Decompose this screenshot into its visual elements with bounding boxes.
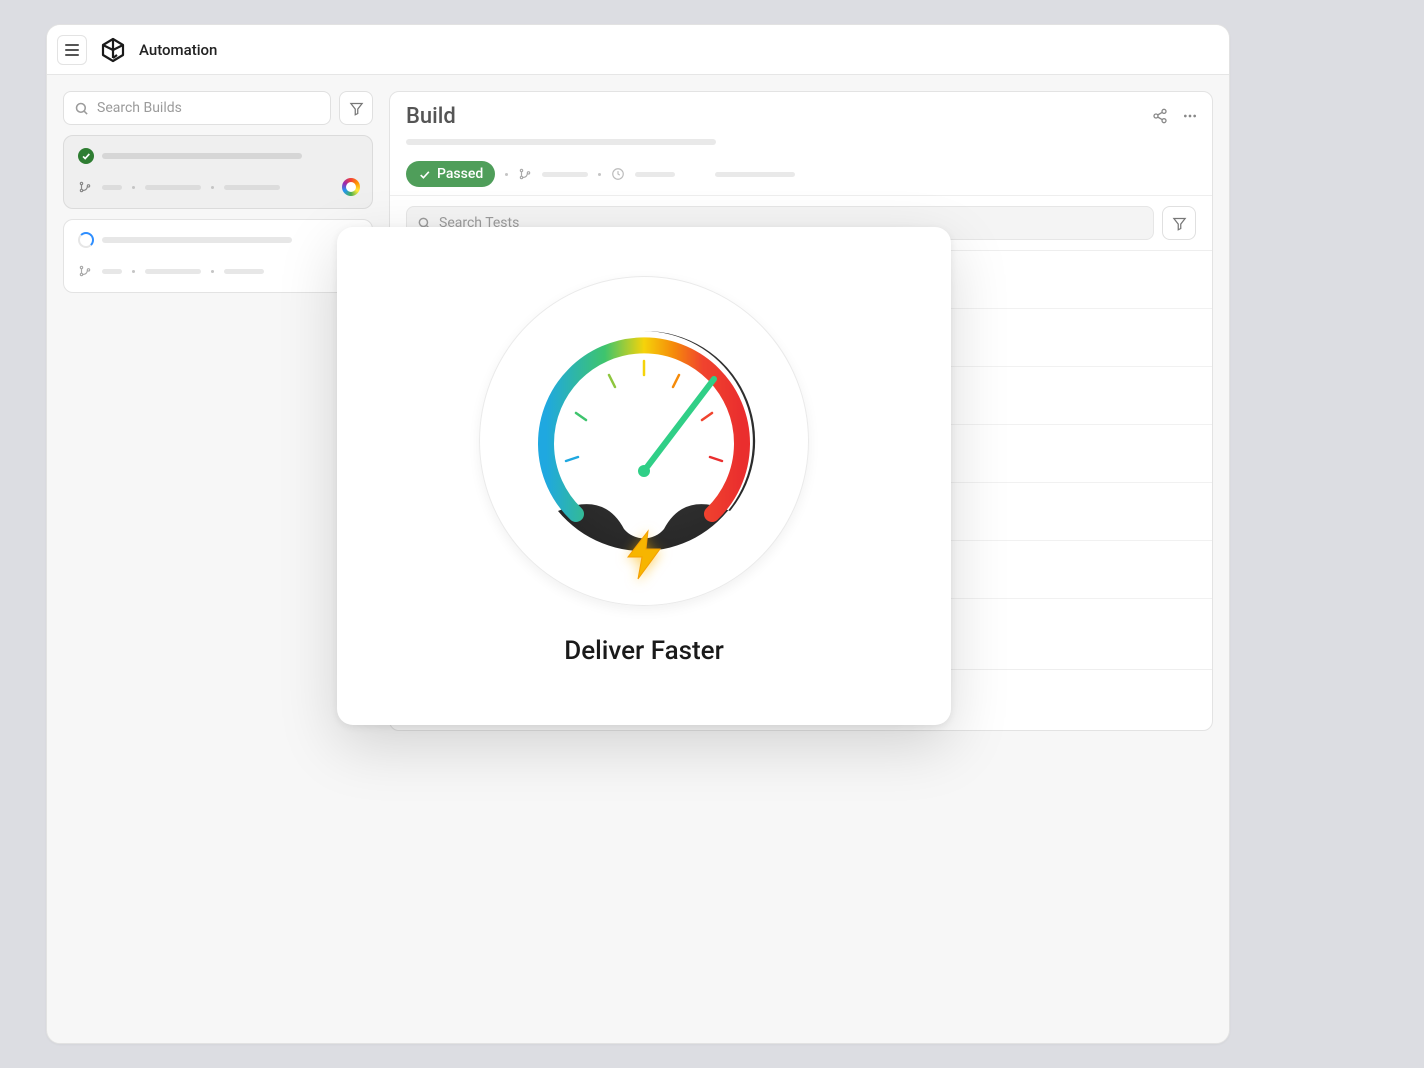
clock-icon bbox=[611, 167, 625, 181]
separator-dot bbox=[211, 186, 214, 189]
placeholder-line bbox=[102, 237, 292, 243]
build-header: Build Passed bbox=[390, 92, 1212, 196]
filter-icon bbox=[349, 101, 364, 116]
search-builds-input[interactable]: Search Builds bbox=[63, 91, 331, 125]
builds-sidebar: Search Builds bbox=[63, 91, 373, 293]
placeholder-line bbox=[145, 185, 201, 190]
build-title: Build bbox=[406, 104, 1196, 129]
separator-dot bbox=[132, 270, 135, 273]
app-header: Automation bbox=[47, 25, 1229, 75]
search-icon bbox=[74, 101, 89, 116]
branch-icon bbox=[78, 264, 92, 278]
branch-icon bbox=[78, 180, 92, 194]
filter-builds-button[interactable] bbox=[339, 91, 373, 125]
placeholder-line bbox=[102, 269, 122, 274]
placeholder-line bbox=[224, 269, 264, 274]
placeholder-line bbox=[542, 172, 588, 177]
filter-tests-button[interactable] bbox=[1162, 206, 1196, 240]
deliver-faster-modal: Deliver Faster bbox=[337, 227, 951, 725]
placeholder-line bbox=[715, 172, 795, 177]
check-icon bbox=[78, 148, 94, 164]
check-icon bbox=[418, 168, 431, 181]
status-badge: Passed bbox=[406, 161, 495, 187]
placeholder-line bbox=[406, 139, 716, 145]
filter-icon bbox=[1172, 216, 1187, 231]
color-wheel-icon bbox=[342, 178, 360, 196]
status-label: Passed bbox=[437, 166, 483, 182]
separator-dot bbox=[598, 173, 601, 176]
more-icon[interactable] bbox=[1182, 108, 1198, 124]
app-window: Automation Search Builds bbox=[46, 24, 1230, 1044]
loading-icon bbox=[78, 232, 94, 248]
placeholder-line bbox=[145, 269, 201, 274]
search-builds-placeholder: Search Builds bbox=[97, 100, 182, 116]
build-card-2[interactable] bbox=[63, 219, 373, 293]
gauge-illustration bbox=[479, 276, 809, 606]
placeholder-line bbox=[102, 185, 122, 190]
placeholder-line bbox=[224, 185, 280, 190]
placeholder-line bbox=[635, 172, 675, 177]
branch-icon bbox=[518, 167, 532, 181]
page-title: Automation bbox=[139, 41, 217, 59]
build-card-1[interactable] bbox=[63, 135, 373, 209]
share-icon[interactable] bbox=[1152, 108, 1168, 124]
app-logo-icon bbox=[99, 36, 127, 64]
lightning-icon bbox=[622, 529, 666, 581]
placeholder-line bbox=[102, 153, 302, 159]
separator-dot bbox=[505, 173, 508, 176]
separator-dot bbox=[132, 186, 135, 189]
menu-button[interactable] bbox=[57, 35, 87, 65]
modal-heading: Deliver Faster bbox=[564, 636, 724, 666]
separator-dot bbox=[211, 270, 214, 273]
